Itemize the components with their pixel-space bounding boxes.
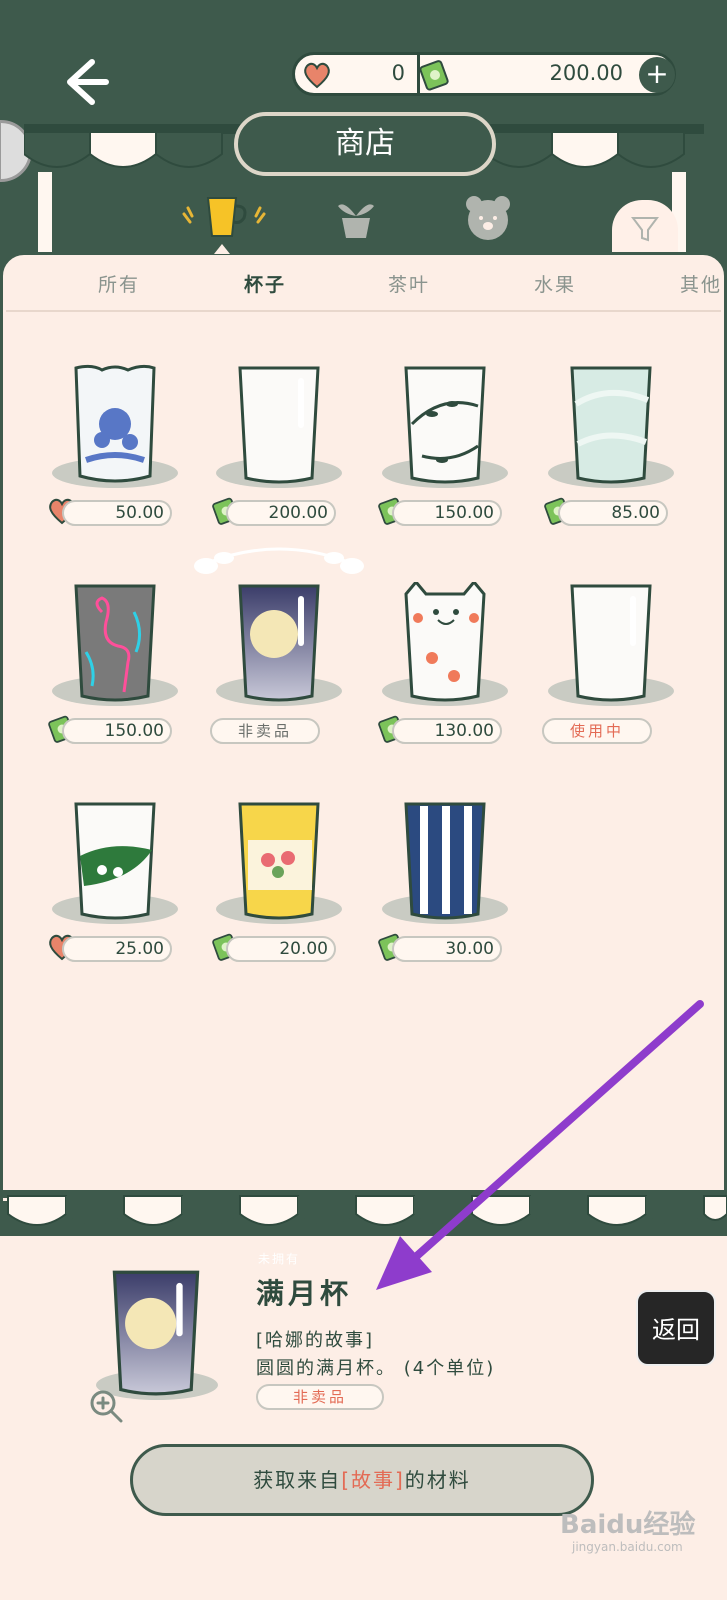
item-vine-cup[interactable]: 150.00 bbox=[370, 330, 520, 530]
blue-floral-cup-icon bbox=[74, 364, 156, 483]
item-status-badge: 非卖品 bbox=[256, 1384, 384, 1410]
item-dotted-cup[interactable]: 30.00 bbox=[370, 766, 520, 966]
item-price: 150.00 bbox=[392, 500, 502, 526]
page-title: 商店 bbox=[234, 112, 496, 176]
item-cat-cup[interactable]: 130.00 bbox=[370, 548, 520, 748]
plain-glass-icon bbox=[238, 366, 320, 484]
hearts-count: 0 bbox=[391, 61, 405, 85]
bear-icon bbox=[466, 196, 510, 240]
item-plain-cup[interactable]: 200.00 bbox=[204, 330, 354, 530]
item-sunflower-cup[interactable]: 20.00 bbox=[204, 766, 354, 966]
item-lily-cup[interactable]: 25.00 bbox=[40, 766, 190, 966]
tab-cups[interactable]: 杯子 bbox=[244, 270, 286, 297]
cash-amount: 200.00 bbox=[549, 61, 623, 85]
flamingo-glass-icon bbox=[74, 584, 156, 702]
full-moon-glass-icon bbox=[112, 1270, 200, 1396]
item-blue-floral-cup[interactable]: 50.00 bbox=[40, 330, 190, 530]
item-price: 50.00 bbox=[62, 500, 172, 526]
item-price: 20.00 bbox=[226, 936, 336, 962]
watermark-url: jingyan.baidu.com bbox=[572, 1540, 683, 1554]
jade-glass-icon bbox=[570, 366, 652, 484]
bottom-awning bbox=[0, 1190, 727, 1226]
item-flamingo-cup[interactable]: 150.00 bbox=[40, 548, 190, 748]
zoom-button[interactable] bbox=[88, 1388, 124, 1424]
lily-glass-icon bbox=[74, 802, 156, 920]
selected-decoration bbox=[194, 547, 364, 574]
item-price: 200.00 bbox=[226, 500, 336, 526]
cup-icon bbox=[182, 197, 266, 237]
currency-bar: 0 200.00 + bbox=[292, 52, 676, 96]
category-decor-button[interactable] bbox=[462, 192, 522, 244]
add-currency-button[interactable]: + bbox=[639, 57, 675, 93]
tab-all[interactable]: 所有 bbox=[98, 270, 140, 297]
tab-pointer bbox=[214, 244, 230, 254]
cash-icon bbox=[419, 60, 449, 91]
back-arrow-icon bbox=[67, 59, 109, 105]
tab-tea[interactable]: 茶叶 bbox=[388, 270, 430, 297]
item-jade-cup[interactable]: 85.00 bbox=[536, 330, 686, 530]
filter-icon bbox=[631, 217, 659, 242]
item-price: 130.00 bbox=[392, 718, 502, 744]
plain-glass-icon bbox=[570, 584, 652, 702]
back-button[interactable] bbox=[52, 52, 112, 112]
vine-glass-icon bbox=[404, 366, 486, 484]
category-cups-button[interactable] bbox=[178, 192, 266, 244]
full-moon-glass-icon bbox=[238, 584, 320, 702]
floating-return-button[interactable]: 返回 bbox=[636, 1290, 716, 1366]
in-use-badge: 使用中 bbox=[542, 718, 652, 744]
cat-glass-icon bbox=[404, 582, 486, 702]
heart-icon bbox=[304, 62, 330, 89]
item-full-moon-cup[interactable]: 非卖品 bbox=[194, 547, 364, 748]
item-description: 圆圆的满月杯。 (4个单位) bbox=[256, 1358, 496, 1379]
awning-pillar-left bbox=[38, 172, 52, 252]
get-materials-button[interactable]: 获取来自[故事]的材料 bbox=[130, 1444, 594, 1516]
item-in-use-cup[interactable]: 使用中 bbox=[536, 548, 686, 748]
dotted-glass-icon bbox=[404, 802, 486, 920]
item-price: 25.00 bbox=[62, 936, 172, 962]
item-price: 30.00 bbox=[392, 936, 502, 962]
tab-other[interactable]: 其他 bbox=[680, 270, 722, 297]
item-story: [哈娜的故事] bbox=[256, 1330, 375, 1351]
watermark: Baidu经验 bbox=[560, 1510, 696, 1540]
item-price: 85.00 bbox=[558, 500, 668, 526]
sunflower-glass-icon bbox=[238, 802, 320, 920]
tab-divider bbox=[6, 310, 721, 312]
ownership-tag: 未拥有 bbox=[258, 1252, 301, 1266]
plant-icon bbox=[338, 204, 374, 238]
item-price: 150.00 bbox=[62, 718, 172, 744]
zoom-in-icon bbox=[90, 1390, 123, 1423]
not-for-sale-badge: 非卖品 bbox=[210, 718, 320, 744]
item-name: 满月杯 bbox=[256, 1277, 353, 1310]
plus-icon: + bbox=[645, 57, 669, 90]
category-plants-button[interactable] bbox=[330, 192, 390, 244]
tab-fruit[interactable]: 水果 bbox=[534, 270, 576, 297]
